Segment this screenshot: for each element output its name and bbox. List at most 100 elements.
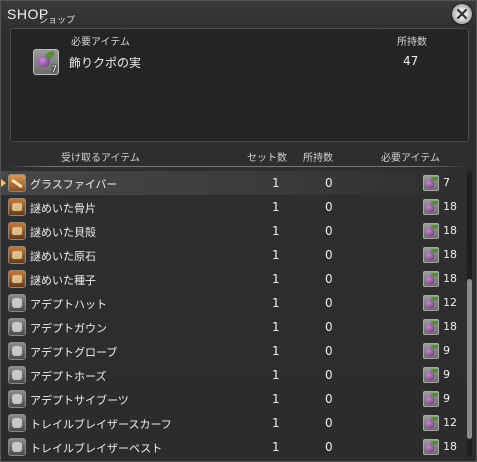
cost-amount: 9	[443, 392, 450, 405]
scarf-icon	[8, 414, 26, 432]
cost-amount: 18	[443, 272, 457, 285]
item-name: アデプトガウン	[30, 322, 107, 335]
kupo-fruit-icon	[423, 343, 439, 359]
cost-amount: 18	[443, 224, 457, 237]
item-list: グラスファイバー 1 0 7 謎めいた骨片 1 0 18 謎めいた貝殻 1 0 …	[1, 171, 466, 459]
kupo-fruit-icon	[423, 247, 439, 263]
scroll-thumb[interactable]	[467, 279, 472, 439]
set-count: 1	[272, 176, 280, 190]
cost-amount: 9	[443, 368, 450, 381]
set-count: 1	[272, 200, 280, 214]
kupo-fruit-icon	[423, 367, 439, 383]
cost-amount: 7	[443, 176, 450, 189]
boots-icon	[8, 390, 26, 408]
owned-count: 0	[325, 272, 333, 286]
set-count: 1	[272, 320, 280, 334]
list-item[interactable]: アデプトサイブーツ 1 0 9	[1, 387, 466, 411]
vest-icon	[8, 438, 26, 456]
craft-material-icon	[8, 174, 26, 192]
kupo-fruit-icon	[423, 439, 439, 455]
list-item[interactable]: 謎めいた貝殻 1 0 18	[1, 219, 466, 243]
owned-count: 0	[325, 224, 333, 238]
close-icon	[456, 8, 468, 20]
cost-amount: 18	[443, 320, 457, 333]
set-count: 1	[272, 224, 280, 238]
owned-count: 0	[325, 248, 333, 262]
required-item-panel: 必要アイテム 所持数 7 飾りクポの実 47	[10, 28, 469, 142]
kupo-fruit-icon	[423, 271, 439, 287]
list-item[interactable]: トレイルブレイザーベスト 1 0 18	[1, 435, 466, 459]
item-name: 謎めいた種子	[30, 274, 96, 287]
kupo-fruit-icon	[423, 391, 439, 407]
item-name: グラスファイバー	[30, 178, 118, 191]
list-item[interactable]: グラスファイバー 1 0 7	[1, 171, 466, 195]
selection-cursor-icon	[1, 179, 6, 187]
item-name: アデプトグローブ	[30, 346, 118, 359]
list-item[interactable]: アデプトハット 1 0 12	[1, 291, 466, 315]
owned-count: 0	[325, 368, 333, 382]
list-item[interactable]: 謎めいた原石 1 0 18	[1, 243, 466, 267]
required-item-header: 必要アイテム	[71, 37, 130, 48]
title-bar[interactable]: SHOP ショップ	[1, 1, 477, 29]
header-sets: セット数	[247, 153, 287, 164]
window-subtitle: ショップ	[39, 16, 76, 26]
treasure-box-icon	[8, 270, 26, 288]
header-receive-item: 受け取るアイテム	[61, 153, 140, 164]
header-divider	[6, 166, 467, 167]
kupo-fruit-icon[interactable]: 7	[33, 49, 59, 75]
required-item-icon-qty: 7	[51, 65, 57, 75]
list-item[interactable]: 謎めいた骨片 1 0 18	[1, 195, 466, 219]
set-count: 1	[272, 392, 280, 406]
item-name: アデプトハット	[30, 298, 107, 311]
list-item[interactable]: アデプトホーズ 1 0 9	[1, 363, 466, 387]
item-name: トレイルブレイザーベスト	[30, 442, 163, 455]
set-count: 1	[272, 440, 280, 454]
set-count: 1	[272, 248, 280, 262]
item-name: アデプトサイブーツ	[30, 394, 129, 407]
header-owned: 所持数	[303, 153, 333, 164]
list-item[interactable]: トレイルブレイザースカーフ 1 0 12	[1, 411, 466, 435]
required-item-owned: 47	[403, 54, 419, 68]
owned-count: 0	[325, 392, 333, 406]
item-name: 謎めいた貝殻	[30, 226, 96, 239]
treasure-box-icon	[8, 222, 26, 240]
set-count: 1	[272, 272, 280, 286]
cost-amount: 18	[443, 248, 457, 261]
cost-amount: 18	[443, 200, 457, 213]
owned-header: 所持数	[397, 37, 427, 48]
item-name: 謎めいた骨片	[30, 202, 96, 215]
set-count: 1	[272, 416, 280, 430]
hat-icon	[8, 294, 26, 312]
owned-count: 0	[325, 296, 333, 310]
required-item-name: 飾りクポの実	[69, 56, 142, 70]
cost-amount: 9	[443, 344, 450, 357]
list-item[interactable]: アデプトガウン 1 0 18	[1, 315, 466, 339]
list-item[interactable]: 謎めいた種子 1 0 18	[1, 267, 466, 291]
kupo-fruit-icon	[423, 319, 439, 335]
item-name: トレイルブレイザースカーフ	[30, 418, 172, 431]
owned-count: 0	[325, 200, 333, 214]
kupo-fruit-icon	[423, 223, 439, 239]
list-scrollbar[interactable]	[467, 171, 472, 457]
list-header: 受け取るアイテム セット数 所持数 必要アイテム	[1, 149, 477, 165]
cost-amount: 12	[443, 416, 457, 429]
header-required-item: 必要アイテム	[381, 153, 440, 164]
list-item[interactable]: アデプトグローブ 1 0 9	[1, 339, 466, 363]
treasure-box-icon	[8, 198, 26, 216]
close-button[interactable]	[452, 4, 472, 24]
owned-count: 0	[325, 416, 333, 430]
owned-count: 0	[325, 320, 333, 334]
owned-count: 0	[325, 344, 333, 358]
item-name: アデプトホーズ	[30, 370, 107, 383]
kupo-fruit-icon	[423, 199, 439, 215]
set-count: 1	[272, 368, 280, 382]
kupo-fruit-icon	[423, 175, 439, 191]
kupo-fruit-icon	[423, 295, 439, 311]
gloves-icon	[8, 342, 26, 360]
treasure-box-icon	[8, 246, 26, 264]
kupo-fruit-icon	[423, 415, 439, 431]
cost-amount: 12	[443, 296, 457, 309]
item-name: 謎めいた原石	[30, 250, 96, 263]
set-count: 1	[272, 344, 280, 358]
owned-count: 0	[325, 440, 333, 454]
